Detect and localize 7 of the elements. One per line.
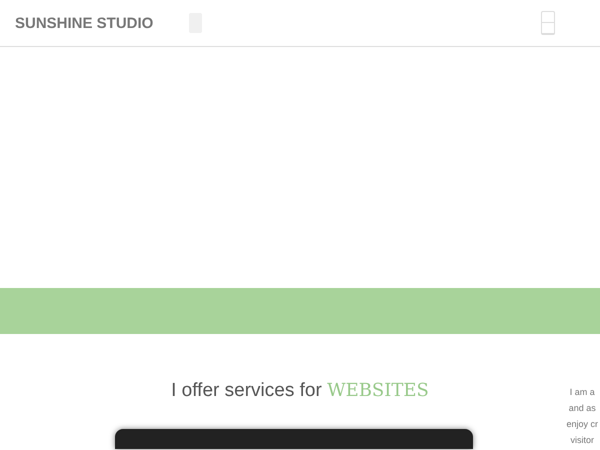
intro-text-line: I am a [570, 386, 595, 399]
intro-text-line: and as [568, 402, 596, 415]
intro-text-line: visitor [570, 434, 594, 447]
services-heading: I offer services for WEBSITES [171, 380, 429, 402]
brand-name[interactable]: SUNSHINE STUDIO [15, 14, 154, 32]
menu-button[interactable] [541, 11, 555, 35]
intro-text-line: enjoy cr [566, 418, 598, 431]
